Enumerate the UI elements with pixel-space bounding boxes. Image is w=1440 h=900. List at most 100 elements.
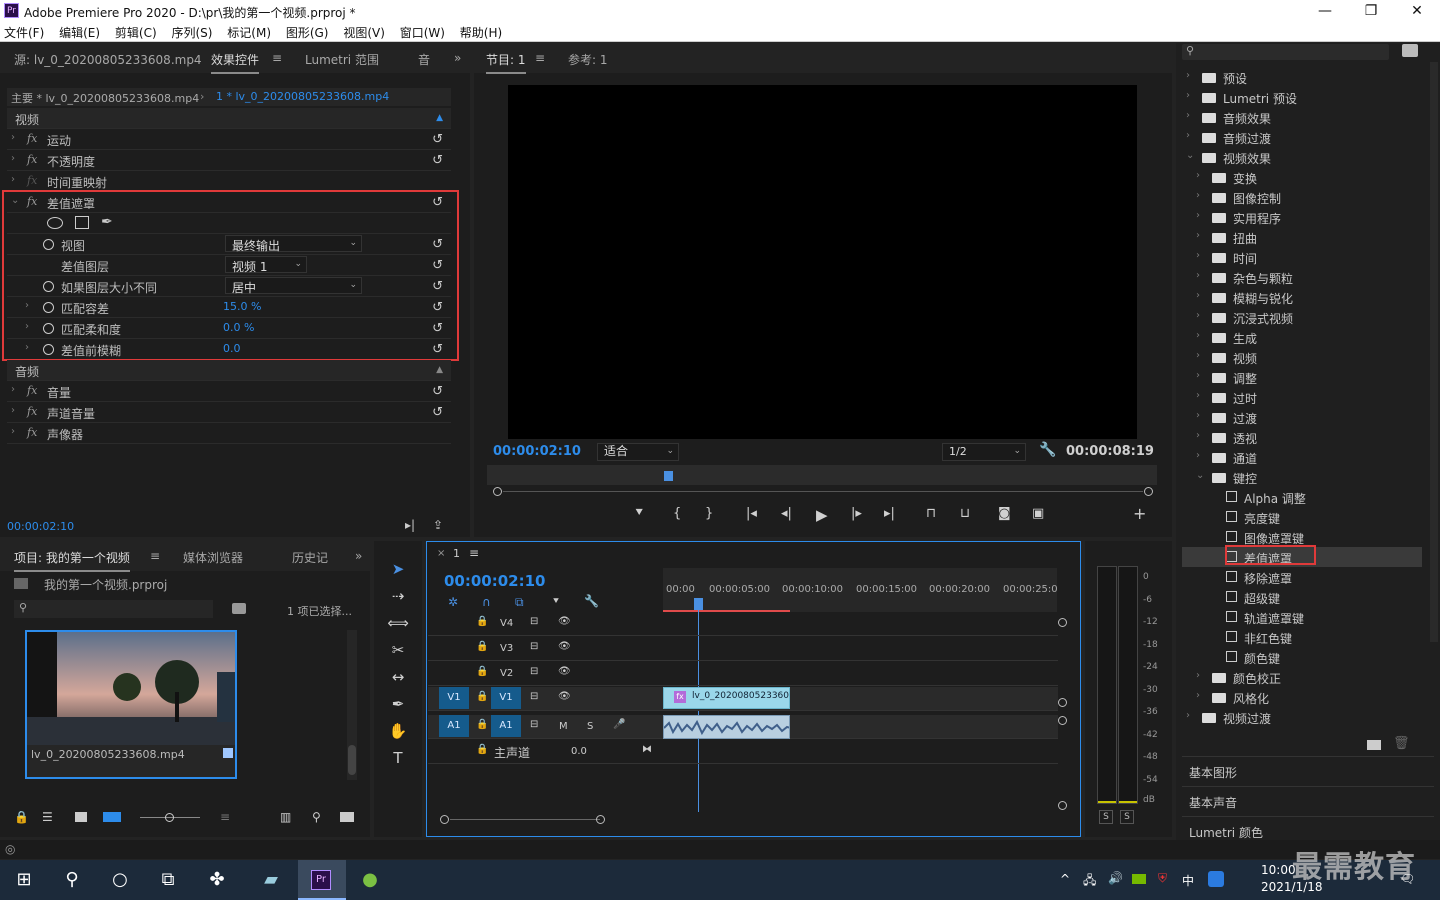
program-video-frame[interactable] [508, 85, 1137, 439]
effect-controls-timecode[interactable]: 00:00:02:10 [7, 520, 74, 533]
chevron-right-icon[interactable]: › [11, 174, 15, 185]
chevron-right-icon[interactable]: › [1196, 350, 1200, 361]
add-marker-icon[interactable]: ⯆ [552, 596, 560, 607]
track-label-a1[interactable]: A1 [491, 715, 521, 737]
effects-tree-item[interactable]: › 调整 [1182, 367, 1422, 387]
go-to-in-icon[interactable]: |◂ [746, 506, 757, 521]
effects-tree-item[interactable]: › 沉浸式视频 [1182, 307, 1422, 327]
chevron-right-icon[interactable]: › [1186, 90, 1190, 101]
automate-sequence-icon[interactable]: ▥ [280, 810, 291, 824]
overflow-chevron-icon[interactable]: » [454, 51, 461, 65]
security-icon[interactable]: ⛨ [1158, 871, 1167, 886]
notepad-app-icon[interactable]: ▰ [251, 860, 291, 900]
add-marker-icon[interactable]: ⯆ [634, 506, 644, 521]
step-back-icon[interactable]: ◂| [781, 506, 792, 521]
premiere-taskbar-button[interactable]: Pr [298, 860, 346, 900]
chevron-right-icon[interactable]: › [1196, 250, 1200, 261]
chevron-right-icon[interactable]: › [1196, 670, 1200, 681]
panel-menu-icon[interactable]: ≡ [535, 51, 545, 65]
effects-tree-item[interactable]: › Lumetri 预设 [1182, 87, 1422, 107]
chevron-down-icon[interactable]: ⌄ [1186, 150, 1194, 161]
fit-dropdown[interactable]: 适合 ⌄ [597, 443, 679, 461]
selection-tool-icon[interactable]: ➤ [385, 558, 411, 580]
chevron-right-icon[interactable]: › [11, 153, 15, 164]
chevron-right-icon[interactable]: › [11, 426, 15, 437]
export-frame-icon[interactable]: ⇪ [433, 518, 443, 532]
zoom-handle-right[interactable] [1144, 487, 1153, 496]
chevron-right-icon[interactable]: › [1196, 370, 1200, 381]
nvidia-icon[interactable] [1132, 874, 1146, 884]
effects-search-field[interactable]: ⚲ [1182, 44, 1389, 60]
tab-audio[interactable]: 音 [418, 51, 430, 68]
comparison-view-icon[interactable]: ▣ [1032, 506, 1044, 521]
source-patch-v1[interactable]: V1 [439, 687, 469, 709]
lock-icon[interactable]: 🔒 [476, 616, 488, 627]
list-view-icon[interactable]: ☰ [42, 810, 53, 824]
reset-icon[interactable]: ↺ [432, 405, 443, 420]
mark-out-icon[interactable]: } [705, 506, 713, 521]
volume-icon[interactable]: 🔊 [1108, 871, 1123, 885]
source-patch-a1[interactable]: A1 [439, 715, 469, 737]
freeform-view-icon[interactable] [103, 812, 121, 822]
close-button[interactable]: ✕ [1394, 0, 1440, 22]
effect-row-motion[interactable]: › fx 运动 ↺ [7, 129, 451, 150]
panel-menu-icon[interactable]: ≡ [150, 549, 160, 563]
extract-icon[interactable]: ⊔ [960, 506, 970, 521]
project-scroll-thumb[interactable] [348, 745, 356, 775]
chevron-right-icon[interactable]: › [1186, 110, 1190, 121]
effects-tree-item[interactable]: › 预设 [1182, 67, 1422, 87]
menu-help[interactable]: 帮助(H) [456, 22, 506, 43]
track-label-v3[interactable]: V3 [500, 643, 513, 654]
effects-tree-item[interactable]: 非红色键 [1182, 627, 1422, 647]
ime-indicator[interactable]: 中 [1182, 872, 1194, 889]
basic-graphics-panel-tab[interactable]: 基本图形 [1182, 756, 1434, 782]
effect-row-channel-volume[interactable]: › fx 声道音量 ↺ [7, 402, 451, 423]
menu-window[interactable]: 窗口(W) [396, 22, 449, 43]
pen-tool-icon[interactable]: ✒ [385, 693, 411, 715]
effects-tree-item[interactable]: › 过时 [1182, 387, 1422, 407]
effects-tree-item[interactable]: › 生成 [1182, 327, 1422, 347]
effects-tree-item[interactable]: › 扭曲 [1182, 227, 1422, 247]
chevron-right-icon[interactable]: › [1196, 330, 1200, 341]
scroll-handle[interactable] [440, 815, 449, 824]
effects-tree-item[interactable]: › 音频效果 [1182, 107, 1422, 127]
chevron-right-icon[interactable]: › [11, 132, 15, 143]
sort-icon[interactable]: ≡ [220, 810, 230, 824]
basic-audio-panel-tab[interactable]: 基本声音 [1182, 786, 1434, 812]
effects-tree-item[interactable]: ⌄ 键控 [1182, 467, 1422, 487]
track-select-tool-icon[interactable]: ⇢ [385, 585, 411, 607]
eye-icon[interactable]: 👁 [558, 691, 571, 702]
new-bin-icon[interactable] [340, 812, 354, 822]
close-sequence-icon[interactable]: × [437, 548, 445, 559]
effects-tree-item[interactable]: ⌄ 视频效果 [1182, 147, 1422, 167]
effects-tree-item[interactable]: › 图像控制 [1182, 187, 1422, 207]
type-tool-icon[interactable]: T [385, 747, 411, 769]
green-app-icon[interactable]: ● [350, 860, 390, 900]
menu-file[interactable]: 文件(F) [0, 22, 48, 43]
wrench-icon[interactable]: 🔧 [1039, 442, 1056, 458]
effects-tree-item[interactable]: › 风格化 [1182, 687, 1422, 707]
lock-icon[interactable]: 🔒 [476, 666, 488, 677]
audio-clip-a1[interactable] [663, 715, 790, 739]
tab-project[interactable]: 项目: 我的第一个视频 [14, 549, 130, 572]
menu-clip[interactable]: 剪辑(C) [111, 22, 161, 43]
chevron-right-icon[interactable]: › [1196, 310, 1200, 321]
lock-icon[interactable]: 🔒 [476, 744, 488, 755]
collapse-up-icon[interactable]: ▲ [436, 113, 443, 123]
chevron-down-icon[interactable]: ⌄ [1196, 470, 1204, 481]
chevron-right-icon[interactable]: › [1196, 430, 1200, 441]
panel-menu-icon[interactable]: ≡ [469, 546, 479, 560]
eye-icon[interactable]: 👁 [558, 666, 571, 677]
snap-nest-icon[interactable]: ✲ [448, 595, 458, 609]
overflow-chevron-icon[interactable]: » [355, 549, 362, 563]
mute-button[interactable]: M [559, 721, 568, 732]
track-label-v4[interactable]: V4 [500, 618, 513, 629]
chevron-right-icon[interactable]: › [1186, 710, 1190, 721]
timeline-timecode[interactable]: 00:00:02:10 [444, 572, 546, 590]
play-only-audio-icon[interactable]: ▸| [405, 518, 415, 532]
notification-icon[interactable]: 🗨 [1400, 872, 1415, 886]
tab-history[interactable]: 历史记 [292, 549, 328, 566]
tab-source[interactable]: 源: lv_0_20200805233608.mp4 [14, 51, 202, 68]
zoom-handle-left[interactable] [493, 487, 502, 496]
chevron-right-icon[interactable]: › [1196, 390, 1200, 401]
